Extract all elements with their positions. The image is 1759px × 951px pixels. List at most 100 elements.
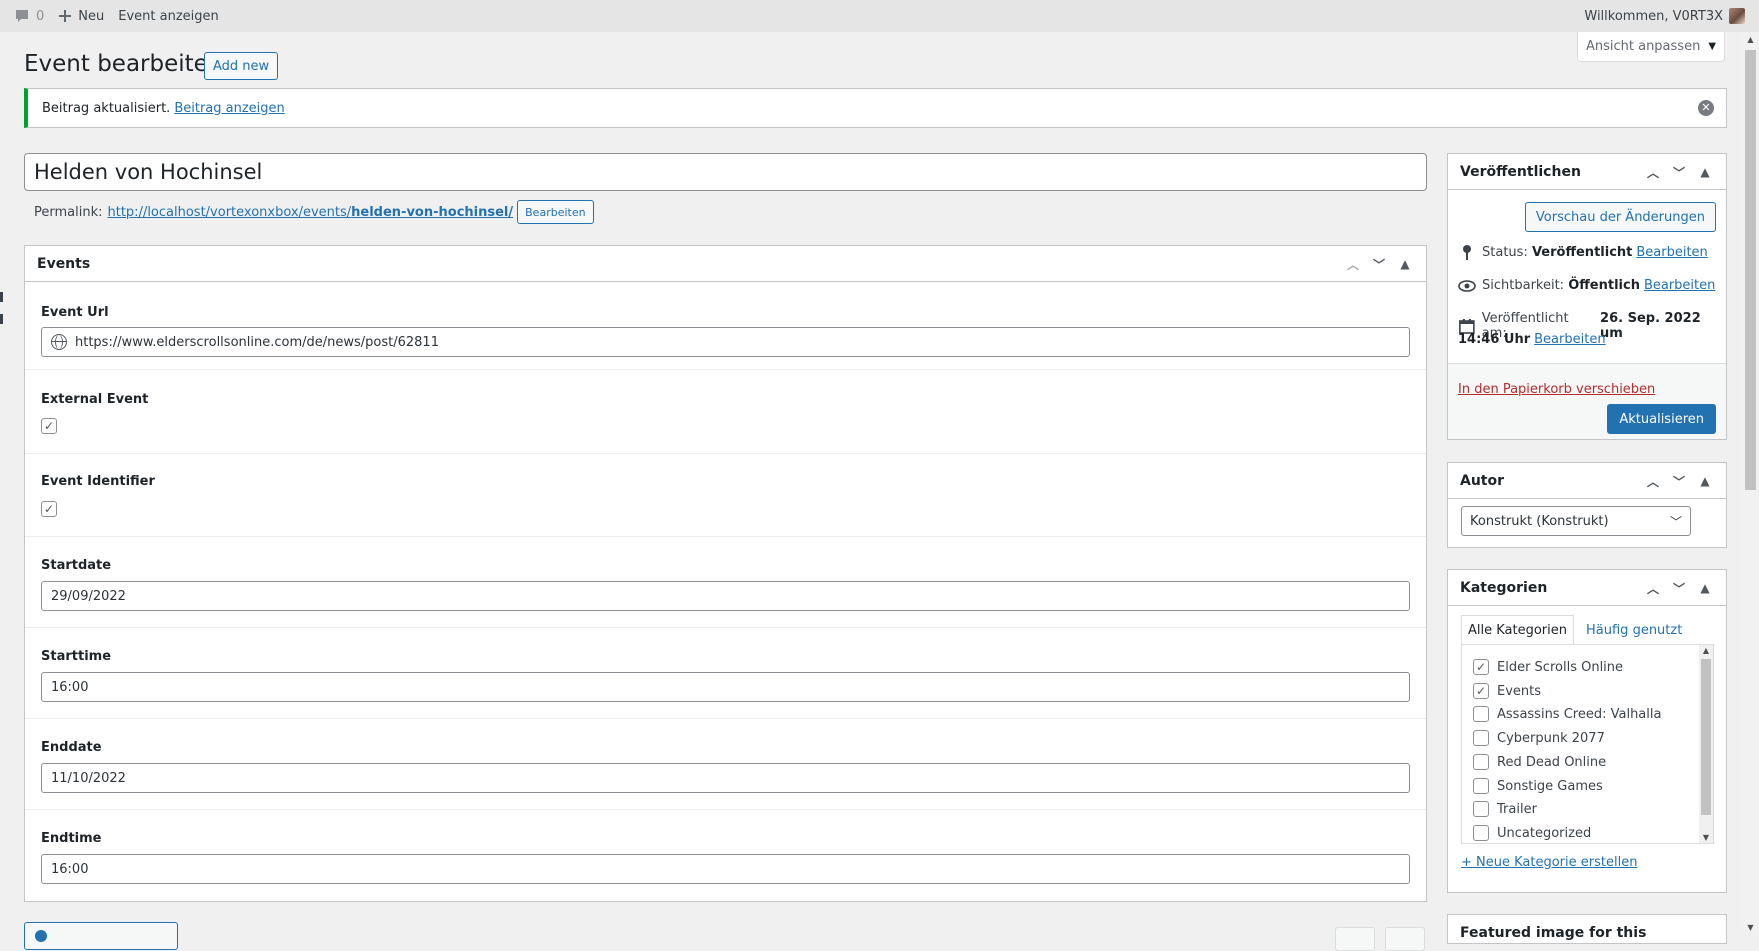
event-url-label: Event Url: [41, 305, 109, 320]
eye-icon: [1458, 279, 1476, 292]
category-checkbox[interactable]: [1473, 754, 1489, 770]
list-item[interactable]: Sonstige Games: [1473, 776, 1603, 796]
category-checkbox[interactable]: [1473, 730, 1489, 746]
event-identifier-checkbox[interactable]: ✓: [41, 501, 57, 517]
chevron-down-icon[interactable]: ﹀: [1666, 580, 1692, 597]
account-menu[interactable]: Willkommen, V0RT3X: [1584, 0, 1745, 32]
category-scrollbar[interactable]: ▲ ▼: [1699, 645, 1713, 843]
left-edge-marker: [0, 314, 3, 324]
edit-status-link[interactable]: Bearbeiten: [1636, 245, 1707, 260]
collapse-toggle-icon[interactable]: ▲: [1392, 257, 1418, 271]
endtime-input[interactable]: 16:00: [41, 854, 1410, 884]
list-item[interactable]: Cyberpunk 2077: [1473, 728, 1605, 748]
category-checkbox[interactable]: [1473, 801, 1489, 817]
new-label: Neu: [78, 8, 105, 24]
list-item[interactable]: Trailer: [1473, 799, 1537, 819]
tab-most-used[interactable]: Häufig genutzt: [1574, 615, 1688, 645]
screen-options-label: Ansicht anpassen: [1585, 39, 1701, 54]
bottom-mini-button[interactable]: [1385, 927, 1425, 951]
list-item[interactable]: Uncategorized: [1473, 823, 1591, 843]
bottom-mini-button[interactable]: [1335, 927, 1375, 951]
category-checkbox[interactable]: [1473, 825, 1489, 841]
starttime-label: Starttime: [41, 649, 112, 664]
chevron-down-icon[interactable]: ﹀: [1666, 164, 1692, 181]
chevron-down-icon[interactable]: ﹀: [1666, 473, 1692, 490]
update-button[interactable]: Aktualisieren: [1607, 404, 1716, 434]
add-new-button[interactable]: Add new: [204, 52, 279, 80]
gear-icon: [35, 930, 47, 942]
admin-bar: 0 Neu Event anzeigen Willkommen, V0RT3X: [0, 0, 1759, 32]
tab-all-categories[interactable]: Alle Kategorien: [1461, 615, 1575, 645]
edit-visibility-link[interactable]: Bearbeiten: [1644, 278, 1715, 293]
category-checkbox[interactable]: ✓: [1473, 683, 1489, 699]
collapse-toggle-icon[interactable]: ▲: [1692, 165, 1718, 179]
collapse-toggle-icon[interactable]: ▲: [1692, 474, 1718, 488]
scroll-up-icon[interactable]: ▲: [1742, 35, 1759, 44]
list-item[interactable]: Red Dead Online: [1473, 752, 1606, 772]
chevron-up-icon[interactable]: ︿: [1640, 580, 1666, 597]
avatar: [1729, 8, 1745, 24]
scroll-down-icon[interactable]: ▼: [1742, 923, 1759, 932]
featured-image-title: Featured image for this: [1460, 925, 1647, 941]
view-event-link[interactable]: Event anzeigen: [118, 0, 219, 32]
permalink-link[interactable]: http://localhost/vortexonxbox/events/hel…: [108, 205, 514, 220]
left-edge-marker: [0, 292, 3, 302]
scroll-down-icon[interactable]: ▼: [1701, 833, 1711, 842]
add-new-category-link[interactable]: + Neue Kategorie erstellen: [1461, 855, 1637, 870]
author-select[interactable]: Konstrukt (Konstrukt) ﹀: [1461, 506, 1691, 536]
metabox-actions: ︿ ﹀ ▲: [1640, 463, 1718, 499]
enddate-label: Enddate: [41, 740, 102, 755]
enddate-input[interactable]: 11/10/2022: [41, 763, 1410, 793]
edit-permalink-button[interactable]: Bearbeiten: [517, 200, 594, 224]
permalink-label: Permalink:: [34, 204, 103, 220]
published-value-2: 14:46 Uhr: [1458, 332, 1531, 347]
event-identifier-label: Event Identifier: [41, 474, 155, 489]
screen-options-button[interactable]: Ansicht anpassen ▼: [1577, 32, 1725, 62]
category-checkbox[interactable]: ✓: [1473, 659, 1489, 675]
pin-icon: [1463, 245, 1471, 260]
chevron-down-icon[interactable]: ﹀: [1366, 256, 1392, 273]
globe-icon: [51, 334, 67, 350]
scrollbar-thumb[interactable]: [1701, 659, 1711, 815]
new-menu[interactable]: Neu: [58, 0, 104, 32]
chevron-up-icon[interactable]: ︿: [1340, 256, 1366, 273]
startdate-input[interactable]: 29/09/2022: [41, 581, 1410, 611]
list-item[interactable]: ✓ Elder Scrolls Online: [1473, 657, 1623, 677]
category-checkbox[interactable]: [1473, 706, 1489, 722]
external-event-checkbox[interactable]: ✓: [41, 418, 57, 434]
collapse-toggle-icon[interactable]: ▲: [1692, 581, 1718, 595]
scroll-up-icon[interactable]: ▲: [1701, 646, 1711, 655]
close-icon[interactable]: ✕: [1698, 100, 1714, 116]
edit-date-link[interactable]: Bearbeiten: [1534, 332, 1605, 347]
event-url-input[interactable]: https://www.elderscrollsonline.com/de/ne…: [41, 327, 1410, 357]
metabox-actions: ︿ ﹀ ▲: [1640, 154, 1718, 190]
category-label: Elder Scrolls Online: [1497, 659, 1624, 675]
author-metabox-header: Autor ︿ ﹀ ▲: [1448, 463, 1726, 499]
list-item[interactable]: ✓ Events: [1473, 681, 1541, 701]
bottom-button-partial[interactable]: [24, 922, 178, 950]
page-title: Event bearbeiten: [24, 51, 223, 77]
view-post-link[interactable]: Beitrag anzeigen: [174, 101, 284, 116]
visibility-row: Sichtbarkeit: Öffentlich Bearbeiten: [1458, 278, 1715, 293]
title-input[interactable]: Helden von Hochinsel: [24, 153, 1427, 191]
featured-image-header: Featured image for this: [1448, 915, 1726, 951]
scrollbar-thumb[interactable]: [1745, 50, 1756, 490]
featured-image-metabox: Featured image for this: [1447, 914, 1727, 944]
events-metabox-title: Events: [37, 255, 91, 272]
chevron-up-icon[interactable]: ︿: [1640, 473, 1666, 490]
chevron-down-icon: ﹀: [1669, 515, 1682, 529]
preview-changes-button[interactable]: Vorschau der Änderungen: [1524, 202, 1716, 232]
notice-text: Beitrag aktualisiert.: [42, 100, 171, 116]
list-item[interactable]: Assassins Creed: Valhalla: [1473, 704, 1661, 724]
category-checkbox[interactable]: [1473, 778, 1489, 794]
field-external-event: External Event ✓: [25, 370, 1426, 454]
status-value: Veröffentlicht: [1531, 244, 1633, 260]
starttime-input[interactable]: 16:00: [41, 672, 1410, 702]
move-to-trash-link[interactable]: In den Papierkorb verschieben: [1458, 382, 1655, 397]
comments-menu[interactable]: 0: [14, 0, 44, 32]
startdate-label: Startdate: [41, 558, 112, 573]
page-scrollbar[interactable]: ▲ ▼: [1742, 32, 1759, 935]
chevron-up-icon[interactable]: ︿: [1640, 164, 1666, 181]
category-label: Uncategorized: [1497, 825, 1592, 841]
publish-metabox: Veröffentlichen ︿ ﹀ ▲ Vorschau der Änder…: [1447, 153, 1727, 440]
